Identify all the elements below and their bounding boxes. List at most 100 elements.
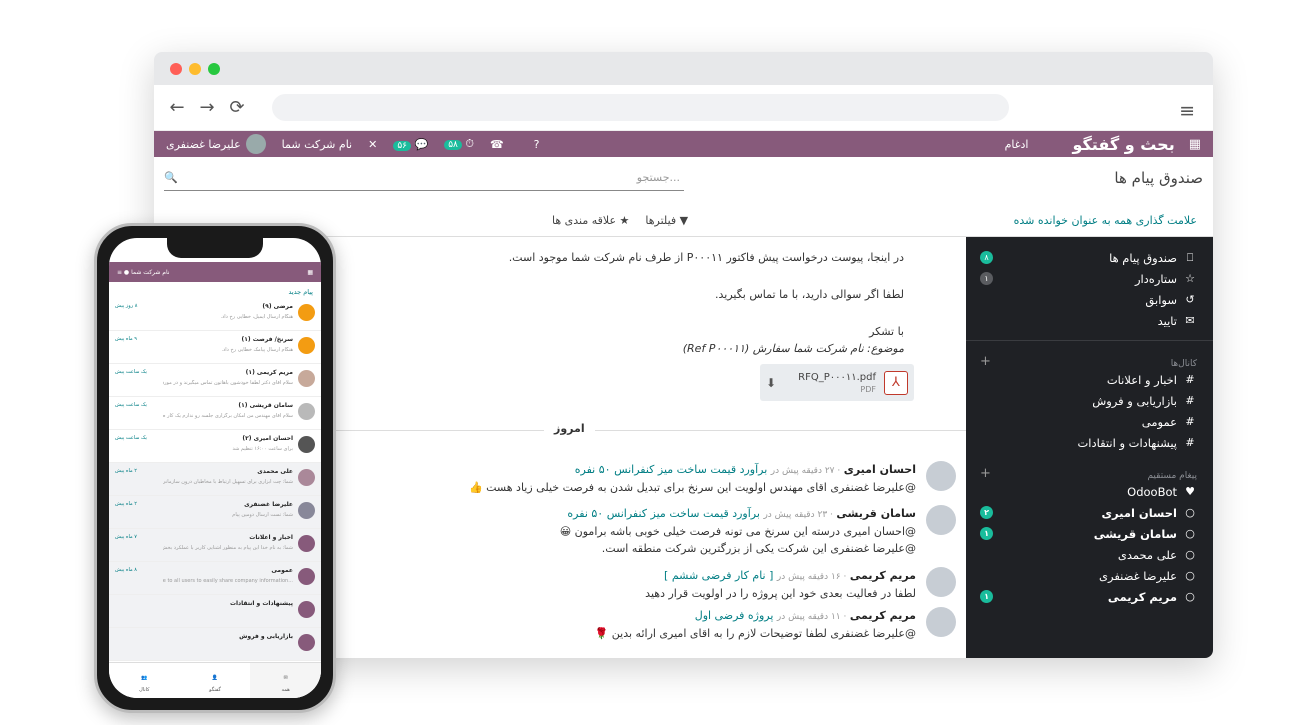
- phone-list-item[interactable]: اخبار و اعلانات شما: به نام خدا این پیام …: [109, 529, 321, 562]
- item-time: ۹ ماه پیش: [115, 336, 137, 342]
- message-author[interactable]: مریم کریمی: [850, 609, 916, 622]
- user-menu[interactable]: علیرضا غضنفری: [166, 134, 266, 154]
- sidebar-channel[interactable]: # اخبار و اعلانات: [966, 369, 1213, 390]
- phone-list-item[interactable]: سرنخ/ فرصت (۱) هنگام ارسال پیامک خطایی رخ…: [109, 331, 321, 364]
- phone-company[interactable]: نام شرکت شما ● ≡: [117, 269, 170, 276]
- phone-list-item[interactable]: سامان قریشی (۱) سلام اقای مهندس من امکان …: [109, 397, 321, 430]
- item-name: عمومی: [271, 567, 293, 574]
- sidebar-direct[interactable]: ○ علی محمدی: [966, 544, 1213, 565]
- sidebar-mailbox[interactable]: ↺ سوابق: [966, 289, 1213, 310]
- help-icon[interactable]: ?: [534, 138, 540, 151]
- app-title[interactable]: بحث و گفتگو: [1072, 135, 1174, 154]
- phone-list-item[interactable]: مرضی (۹) هنگام ارسال ایمیل، خطایی رخ داد.…: [109, 298, 321, 331]
- item-avatar: [298, 634, 315, 651]
- author-avatar[interactable]: [926, 607, 956, 637]
- activity-icon[interactable]: ۵۸ ⏱: [444, 137, 474, 151]
- reload-icon[interactable]: ⟳: [228, 97, 246, 118]
- chat-icon[interactable]: ۵۶ 💬: [393, 138, 428, 151]
- phone-screen: ▦ نام شرکت شما ● ≡ پیام جدید مرضی (۹) هنگ…: [109, 238, 321, 698]
- direct-label: علی محمدی: [1117, 547, 1177, 562]
- debug-icon[interactable]: ✕: [368, 138, 377, 151]
- phone-list-item[interactable]: احسان امیری (۲) برای ساعت ۱۶:۰۰ تنظیم شد ی…: [109, 430, 321, 463]
- favorites-label: علاقه مندی ها: [552, 214, 617, 227]
- sidebar-channel[interactable]: # پیشنهادات و انتقادات: [966, 432, 1213, 453]
- item-time: ۲ ماه پیش: [115, 501, 137, 507]
- sidebar: ⎕ صندوق پیام ها ۸ ☆ ستاره‌دار ۱ ↺ سوابق ✉ تایید ک…: [966, 237, 1213, 658]
- add-chat-icon[interactable]: +: [980, 466, 991, 481]
- apps-grid-icon[interactable]: ▦: [1189, 137, 1201, 152]
- author-avatar[interactable]: [926, 505, 956, 535]
- item-time: یک ساعت پیش: [115, 369, 147, 375]
- phone-navbar: ▦ نام شرکت شما ● ≡: [109, 262, 321, 282]
- maximize-dot[interactable]: [208, 62, 220, 75]
- tab-label: همه: [281, 687, 290, 693]
- phone-list-item[interactable]: پیشنهادات و انتقادات: [109, 595, 321, 628]
- record-link[interactable]: برآورد قیمت ساخت میز کنفرانس ۵۰ نفره: [575, 463, 768, 476]
- apps-grid-icon[interactable]: ▦: [307, 269, 313, 276]
- sidebar-channel[interactable]: # عمومی: [966, 411, 1213, 432]
- message-line: @علیرضا غضنفری این شرکت یکی از بزرگترین …: [601, 541, 916, 555]
- phone-frame: ▦ نام شرکت شما ● ≡ پیام جدید مرضی (۹) هنگ…: [94, 223, 336, 713]
- sidebar-mailbox[interactable]: ⎕ صندوق پیام ها ۸: [966, 247, 1213, 268]
- message-author[interactable]: احسان امیری: [844, 463, 916, 476]
- record-link[interactable]: پروژه فرضی اول: [695, 609, 774, 622]
- record-link[interactable]: [ نام کار فرضی ششم ]: [664, 569, 773, 582]
- sidebar-direct[interactable]: ○ علیرضا غضنفری: [966, 565, 1213, 586]
- search-input[interactable]: جستجو... 🔍: [164, 171, 684, 191]
- sidebar-direct[interactable]: ♥ OdooBot: [966, 481, 1213, 502]
- mailbox-icon: ☆: [1185, 272, 1195, 285]
- item-avatar: [298, 304, 315, 321]
- mailbox-label: سوابق: [1145, 292, 1177, 307]
- new-message-link[interactable]: پیام جدید: [289, 288, 314, 296]
- phone-list-item[interactable]: بازاریابی و فروش: [109, 628, 321, 661]
- phone-icon[interactable]: ☎: [490, 138, 504, 151]
- message-author[interactable]: مریم کریمی: [850, 569, 916, 582]
- mark-all-read-button[interactable]: علامت گذاری همه به عنوان خوانده شده: [1014, 214, 1197, 227]
- company-switcher[interactable]: نام شرکت شما: [282, 138, 352, 151]
- phone-list-item[interactable]: مریم کریمی (۱) سلام اقای دکتر لطفا خودشون…: [109, 364, 321, 397]
- item-time: ۷ ماه پیش: [115, 534, 137, 540]
- filters-button[interactable]: ▼ فیلترها: [645, 214, 688, 227]
- message-meta: · ۱۱ دقیقه پیش در: [776, 612, 847, 622]
- menu-merge[interactable]: ادغام: [1005, 138, 1029, 151]
- phone-tab[interactable]: 👤 گفتگو: [180, 663, 251, 698]
- channels-header: کانال‌ها +: [966, 347, 1213, 369]
- forward-arrow-icon[interactable]: →: [198, 97, 216, 118]
- download-icon[interactable]: ⬇: [766, 376, 776, 390]
- item-avatar: [298, 436, 315, 453]
- phone-list-item[interactable]: عمومی ...e accessible to all users to eas…: [109, 562, 321, 595]
- phone-tab[interactable]: ✉ همه: [250, 663, 321, 698]
- favorites-button[interactable]: ★ علاقه مندی ها: [552, 214, 629, 227]
- sidebar-channel[interactable]: # بازاریابی و فروش: [966, 390, 1213, 411]
- sidebar-direct[interactable]: ○ احسان امیری ۲: [966, 502, 1213, 523]
- search-icon[interactable]: 🔍: [164, 171, 178, 184]
- address-bar[interactable]: [272, 94, 1009, 121]
- item-preview: هنگام ارسال ایمیل، خطایی رخ داد.: [220, 314, 293, 320]
- hash-icon: #: [1185, 394, 1195, 407]
- browser-menu-icon[interactable]: ≡: [1179, 100, 1195, 122]
- phone-tab[interactable]: 👥 کانال: [109, 663, 180, 698]
- author-avatar[interactable]: [926, 567, 956, 597]
- record-link[interactable]: برآورد قیمت ساخت میز کنفرانس ۵۰ نفره: [567, 507, 760, 520]
- direct-label: مریم کریمی: [1107, 589, 1177, 604]
- message-author[interactable]: سامان قریشی: [836, 507, 916, 520]
- add-channel-icon[interactable]: +: [980, 354, 991, 369]
- phone-tabbar: ✉ همه 👤 گفتگو 👥 کانال: [109, 662, 321, 698]
- item-preview: سلام اقای مهندس من امکان برگزاری جلسه رو…: [163, 413, 293, 419]
- back-arrow-icon[interactable]: ←: [168, 97, 186, 118]
- phone-company-name: نام شرکت شما: [131, 268, 170, 276]
- sidebar-mailbox[interactable]: ✉ تایید: [966, 310, 1213, 331]
- status-icon: ♥: [1185, 485, 1195, 498]
- attachment-card[interactable]: ⅄ RFQ_P۰۰۰۱۱.pdf PDF ⬇: [760, 364, 914, 401]
- sidebar-mailbox[interactable]: ☆ ستاره‌دار ۱: [966, 268, 1213, 289]
- close-dot[interactable]: [170, 62, 182, 75]
- author-avatar[interactable]: [926, 461, 956, 491]
- phone-list-item[interactable]: علی محمدی شما: چت ابزاری برای تسهیل ارتبا…: [109, 463, 321, 496]
- phone-list-item[interactable]: علیرضا غضنفری شما: تست ارسال دومین پیام ۲ …: [109, 496, 321, 529]
- message-meta: · ۲۷ دقیقه پیش در: [770, 466, 841, 476]
- minimize-dot[interactable]: [189, 62, 201, 75]
- sidebar-direct[interactable]: ○ مریم کریمی ۱: [966, 586, 1213, 607]
- direct-count: ۱: [980, 527, 993, 540]
- sidebar-direct[interactable]: ○ سامان قریشی ۱: [966, 523, 1213, 544]
- mailbox-count: ۸: [980, 251, 993, 264]
